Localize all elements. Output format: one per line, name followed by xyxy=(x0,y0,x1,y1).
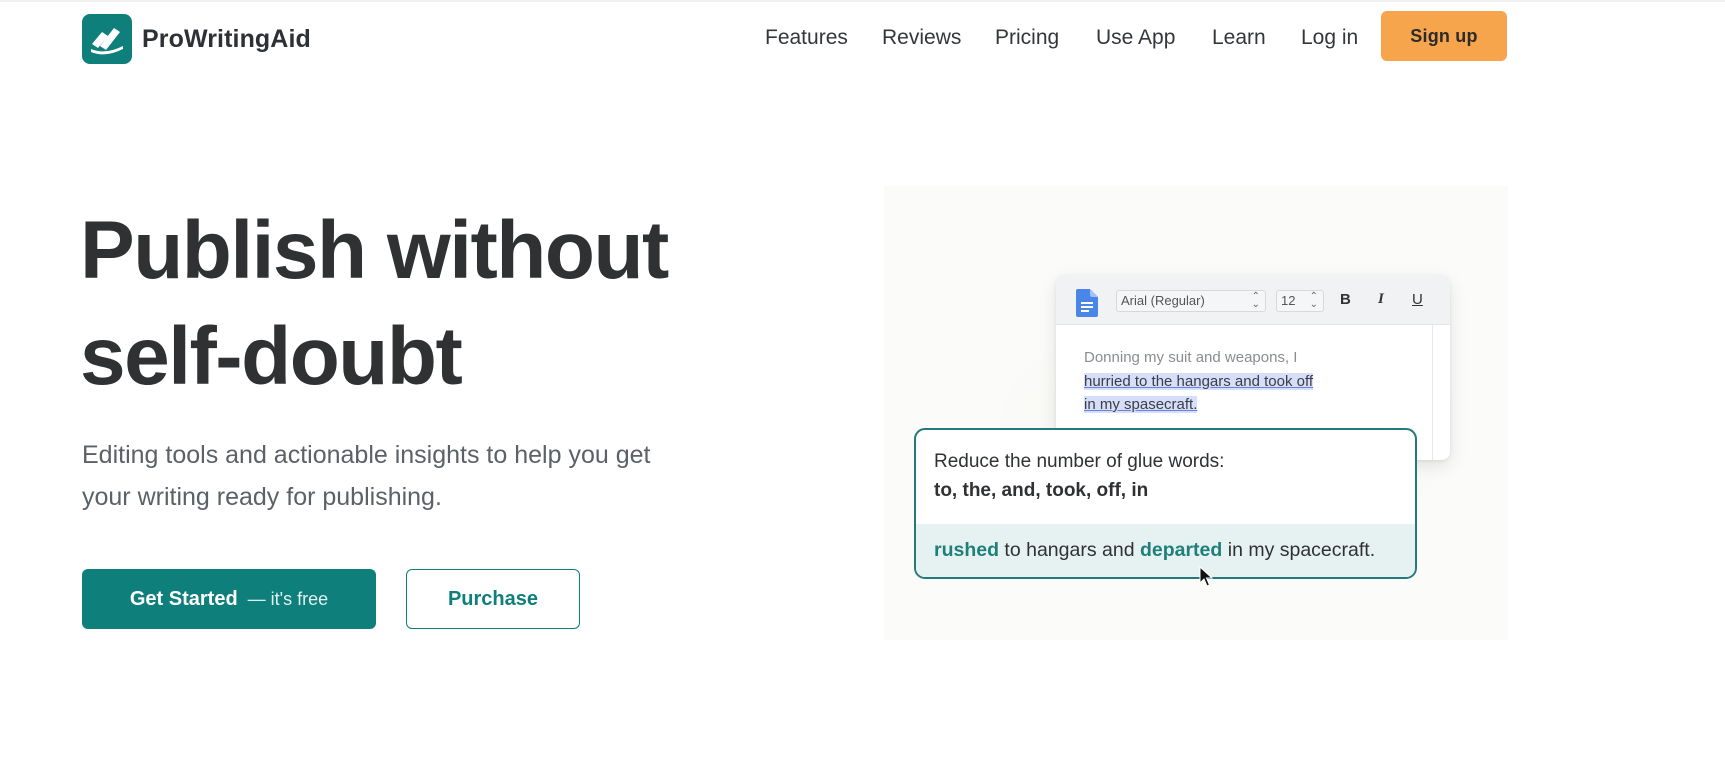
top-border xyxy=(0,0,1725,2)
rewrite-middle: to hangars and xyxy=(999,539,1140,561)
bold-button[interactable]: B xyxy=(1340,291,1351,308)
brand-name: ProWritingAid xyxy=(142,24,311,53)
suggestion-title: Reduce the number of glue words: xyxy=(934,451,1225,472)
headline-line-1: Publish without xyxy=(80,205,669,296)
glue-words: to, the, and, took, off, in xyxy=(934,480,1149,501)
nav-reviews[interactable]: Reviews xyxy=(882,26,961,50)
prowritingaid-logo-icon xyxy=(82,14,132,64)
purchase-button[interactable]: Purchase xyxy=(406,569,580,629)
nav-features[interactable]: Features xyxy=(765,26,848,50)
font-select[interactable]: Arial (Regular) ⌃ ⌄ xyxy=(1116,290,1266,312)
headline-line-2: self-doubt xyxy=(80,311,463,402)
subtext-line-1: Editing tools and actionable insights to… xyxy=(82,441,651,469)
font-select-value: Arial (Regular) xyxy=(1121,293,1205,308)
get-started-button[interactable]: Get Started — it's free xyxy=(82,569,376,629)
get-started-label: Get Started xyxy=(129,587,238,610)
doc-divider xyxy=(1432,325,1433,460)
select-arrows-icon: ⌃ ⌄ xyxy=(1251,291,1260,310)
doc-plain-text: Donning my suit and weapons, I xyxy=(1084,349,1298,366)
font-size-select[interactable]: 12 ⌃ ⌄ xyxy=(1276,290,1324,312)
nav-use-app[interactable]: Use App xyxy=(1096,26,1175,50)
page: ProWritingAid Features Reviews Pricing U… xyxy=(0,0,1725,781)
suggested-word-1: rushed xyxy=(934,539,1000,561)
editor-toolbar: Arial (Regular) ⌃ ⌄ 12 ⌃ ⌄ B I U xyxy=(1056,275,1450,325)
signup-button[interactable]: Sign up xyxy=(1381,11,1507,61)
doc-highlight-line-2[interactable]: in my spasecraft. xyxy=(1084,396,1198,413)
italic-button[interactable]: I xyxy=(1378,291,1384,308)
rewrite-tail: in my spacecraft. xyxy=(1222,539,1376,561)
hero-subtext: Editing tools and actionable insights to… xyxy=(82,434,722,518)
google-docs-icon xyxy=(1076,289,1098,322)
mouse-cursor-icon xyxy=(1199,565,1214,593)
doc-highlight-line-1[interactable]: hurried to the hangars and took off xyxy=(1084,372,1314,390)
document-text: Donning my suit and weapons, I hurried t… xyxy=(1084,346,1384,417)
nav-learn[interactable]: Learn xyxy=(1212,26,1266,50)
underline-button[interactable]: U xyxy=(1412,291,1423,308)
free-note: — it's free xyxy=(247,588,329,609)
suggested-word-2: departed xyxy=(1139,539,1223,561)
suggested-rewrite[interactable]: rushed to hangars and departed in my spa… xyxy=(916,524,1415,577)
hero-headline: Publish without self-doubt xyxy=(80,198,720,410)
subtext-line-2: your writing ready for publishing. xyxy=(82,483,442,511)
select-arrows-icon: ⌃ ⌄ xyxy=(1309,291,1318,310)
brand-logo[interactable]: ProWritingAid xyxy=(82,14,311,64)
font-size-value: 12 xyxy=(1281,293,1296,308)
nav-pricing[interactable]: Pricing xyxy=(995,26,1059,50)
suggestion-card: Reduce the number of glue words: to, the… xyxy=(914,428,1417,579)
nav-login[interactable]: Log in xyxy=(1301,26,1358,50)
